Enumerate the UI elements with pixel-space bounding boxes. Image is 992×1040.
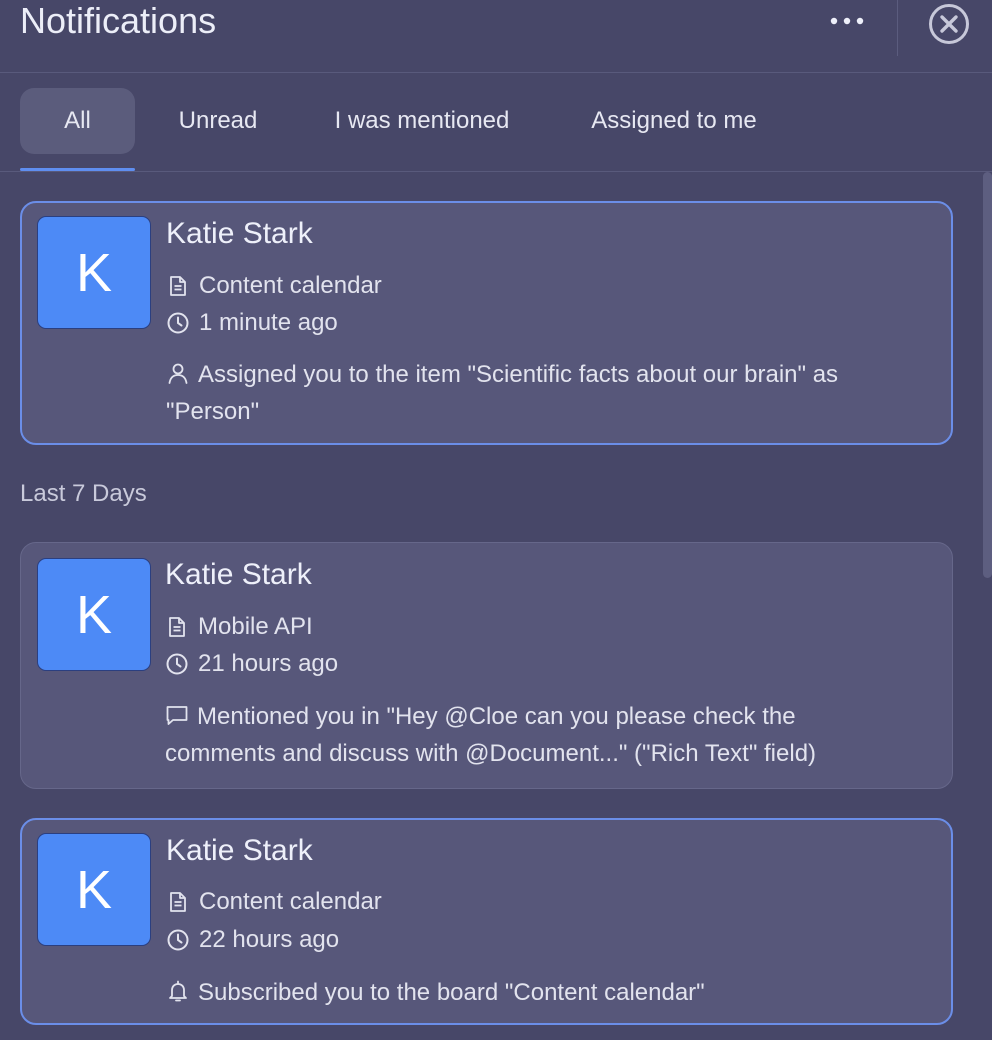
sender-name[interactable]: Katie Stark [166, 214, 313, 254]
notification-card[interactable]: K Katie Stark Content calendar 1 minute [20, 201, 953, 445]
scrollbar[interactable] [983, 172, 992, 1040]
avatar[interactable]: K [37, 558, 151, 671]
notification-card[interactable]: K Katie Stark Mobile API 21 hours ago Me… [20, 542, 953, 789]
sender-name[interactable]: Katie Stark [166, 831, 313, 871]
tab-label: Unread [178, 107, 258, 134]
timestamp: 22 hours ago [199, 926, 340, 953]
clock-icon [166, 311, 190, 335]
tab-label: I was mentioned [334, 107, 510, 134]
close-circle-icon [929, 4, 969, 44]
board-name: Content calendar [199, 272, 382, 299]
board-row[interactable]: Content calendar [166, 887, 382, 917]
notifications-panel: Notifications All Unread I was mentioned [0, 0, 992, 1040]
tab-i-was-mentioned[interactable]: I was mentioned [316, 88, 528, 154]
timestamp: 1 minute ago [199, 309, 338, 336]
board-name: Mobile API [198, 613, 313, 640]
comment-icon [165, 703, 189, 727]
avatar[interactable]: K [37, 216, 151, 329]
avatar[interactable]: K [37, 833, 151, 946]
tab-label: All [64, 107, 91, 134]
document-icon [165, 615, 189, 639]
document-icon [166, 274, 190, 298]
tab-all[interactable]: All [20, 88, 135, 154]
close-button[interactable] [927, 2, 971, 46]
page-title: Notifications [20, 0, 217, 41]
time-row: 22 hours ago [166, 925, 339, 955]
header-divider [897, 0, 898, 56]
board-name: Content calendar [199, 888, 382, 915]
panel-header: Notifications [0, 0, 992, 73]
board-row[interactable]: Content calendar [166, 271, 382, 301]
person-icon [166, 361, 190, 385]
tab-label: Assigned to me [591, 107, 757, 134]
more-horizontal-icon [830, 17, 864, 25]
scrollbar-thumb[interactable] [983, 172, 992, 578]
more-options-button[interactable] [822, 2, 872, 40]
time-row: 1 minute ago [166, 308, 338, 338]
clock-icon [166, 928, 190, 952]
notification-message: Assigned you to the item "Scientific fac… [166, 356, 896, 430]
active-tab-indicator [20, 168, 135, 171]
board-row[interactable]: Mobile API [165, 612, 313, 642]
notification-message: Subscribed you to the board "Content cal… [166, 974, 896, 1011]
message-text: Assigned you to the item "Scientific fac… [166, 361, 839, 425]
section-header-last-7-days: Last 7 Days [20, 480, 147, 507]
tab-unread[interactable]: Unread [160, 88, 276, 154]
document-icon [166, 890, 190, 914]
notification-card[interactable]: K Katie Stark Content calendar 22 hours [20, 818, 953, 1025]
message-text: Mentioned you in "Hey @Cloe can you plea… [165, 703, 817, 767]
notification-message: Mentioned you in "Hey @Cloe can you plea… [165, 698, 885, 772]
clock-icon [165, 652, 189, 676]
timestamp: 21 hours ago [198, 650, 339, 677]
sender-name[interactable]: Katie Stark [165, 555, 312, 595]
bell-icon [166, 979, 190, 1003]
tab-assigned-to-me[interactable]: Assigned to me [570, 88, 778, 154]
filter-tabs: All Unread I was mentioned Assigned to m… [0, 72, 992, 172]
time-row: 21 hours ago [165, 649, 338, 679]
message-text: Subscribed you to the board "Content cal… [198, 979, 705, 1006]
